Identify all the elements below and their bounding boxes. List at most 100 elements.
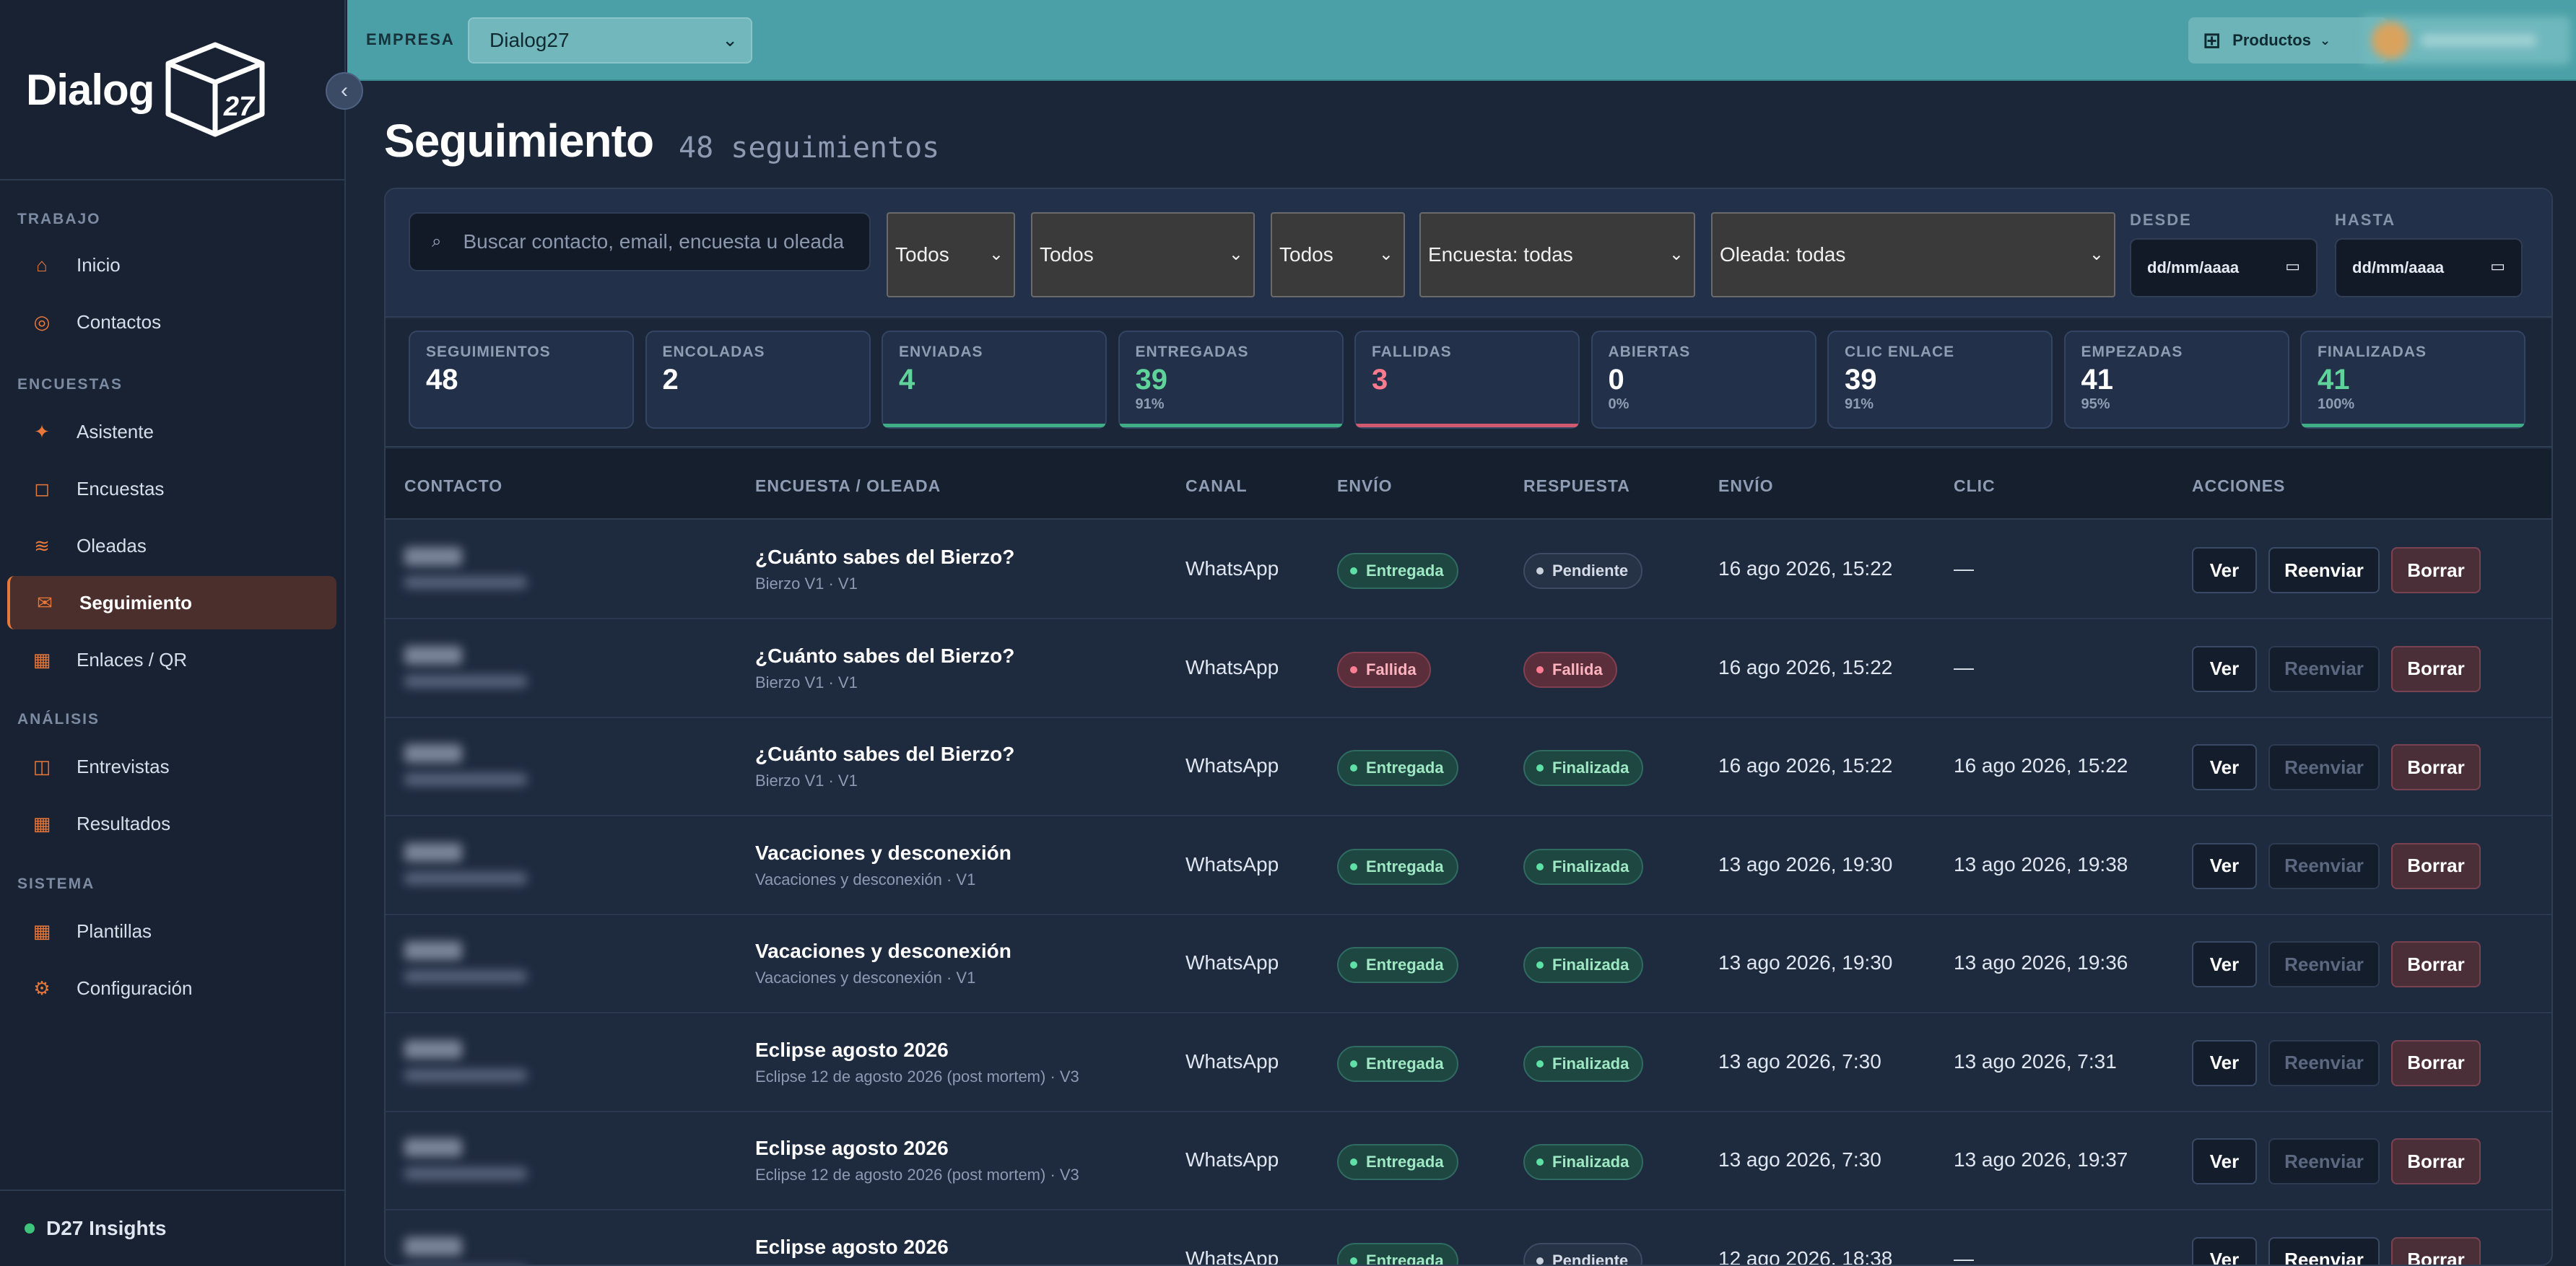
encuesta-select[interactable]: Encuesta: todas ⌄ [1419, 212, 1695, 297]
channel-text: WhatsApp [1185, 655, 1279, 678]
response-status-badge: Finalizada [1523, 750, 1644, 786]
productos-button[interactable]: ⊞ Productos ⌄ [2188, 17, 2388, 64]
status-dot-icon [1350, 1158, 1357, 1166]
contact-name-blurred [404, 1138, 462, 1157]
stat-label: ABIERTAS [1608, 344, 1691, 360]
hasta-date-input[interactable]: dd/mm/aaaa ▭ [2335, 238, 2523, 297]
collapse-sidebar-button[interactable]: ‹ [326, 72, 363, 110]
sidebar-item-asistente[interactable]: ✦ Asistente [7, 405, 336, 458]
status-dot-icon [1536, 1060, 1544, 1068]
sidebar-item-label: Entrevistas [77, 755, 170, 777]
canal-select[interactable]: Todos ⌄ [1031, 212, 1255, 297]
delete-button[interactable]: Borrar [2391, 645, 2481, 692]
contact-cell[interactable] [404, 1236, 549, 1265]
contact-cell[interactable] [404, 842, 549, 885]
stat-percent: 91% [1135, 396, 1165, 412]
contact-cell[interactable] [404, 941, 549, 983]
resend-button[interactable]: Reenviar [2268, 547, 2380, 593]
sidebar-item-inicio[interactable]: ⌂ Inicio [7, 238, 336, 292]
survey-cell: Eclipse agosto 2026 Eclipse 12 de agosto … [755, 1039, 1079, 1086]
view-button[interactable]: Ver [2192, 1039, 2257, 1086]
respuesta-select[interactable]: Todos ⌄ [1271, 212, 1405, 297]
mail-icon: ✉ [37, 591, 53, 614]
sidebar-item-label: Configuración [77, 977, 193, 999]
contact-name-blurred [404, 941, 462, 960]
contact-cell[interactable] [404, 1039, 549, 1082]
empresa-label: EMPRESA [366, 30, 455, 48]
sidebar-item-entrevistas[interactable]: ◫ Entrevistas [7, 740, 336, 793]
brand-logo[interactable]: Dialog 27 [26, 42, 266, 137]
view-button[interactable]: Ver [2192, 744, 2257, 790]
contact-cell[interactable] [404, 645, 549, 688]
col-encuesta: ENCUESTA / OLEADA [755, 476, 941, 495]
survey-title: Vacaciones y desconexión [755, 841, 1011, 864]
delivery-status-badge: Entregada [1337, 553, 1458, 589]
sent-date: 16 ago 2026, 15:22 [1718, 754, 1893, 777]
channel-text: WhatsApp [1185, 1148, 1279, 1171]
status-dot-icon [1536, 1257, 1544, 1265]
survey-cell: ¿Cuánto sabes del Bierzo? Bierzo V1 · V1 [755, 743, 1014, 790]
user-menu[interactable] [2362, 16, 2571, 65]
channel-text: WhatsApp [1185, 754, 1279, 777]
delete-button[interactable]: Borrar [2391, 547, 2481, 593]
sidebar-item-seguimiento[interactable]: ✉ Seguimiento [7, 576, 336, 629]
estado-select[interactable]: Todos ⌄ [887, 212, 1015, 297]
table-row: Vacaciones y desconexión Vacaciones y des… [386, 915, 2551, 1013]
survey-title: Eclipse agosto 2026 [755, 1038, 949, 1061]
delete-button[interactable]: Borrar [2391, 1236, 2481, 1265]
view-button[interactable]: Ver [2192, 1236, 2257, 1265]
delete-button[interactable]: Borrar [2391, 1138, 2481, 1184]
col-clic: CLIC [1954, 476, 1996, 495]
stat-card-abiertas: ABIERTAS 0 0% [1591, 331, 1816, 429]
survey-wave: Bierzo V1 · V1 [755, 575, 858, 593]
delete-button[interactable]: Borrar [2391, 941, 2481, 987]
status-dot-icon [25, 1223, 35, 1234]
sidebar-item-contactos[interactable]: ◎ Contactos [7, 295, 336, 349]
survey-title: ¿Cuánto sabes del Bierzo? [755, 743, 1015, 765]
sidebar-item-enlaces-qr[interactable]: ▦ Enlaces / QR [7, 633, 336, 686]
view-button[interactable]: Ver [2192, 842, 2257, 889]
badge-label: Pendiente [1552, 1251, 1629, 1266]
status-dot-icon [1350, 567, 1357, 575]
contact-cell[interactable] [404, 1138, 549, 1180]
view-button[interactable]: Ver [2192, 645, 2257, 692]
view-button[interactable]: Ver [2192, 1138, 2257, 1184]
contact-cell[interactable] [404, 744, 549, 786]
sidebar-item-label: Resultados [77, 812, 171, 834]
delete-button[interactable]: Borrar [2391, 842, 2481, 889]
contact-email-blurred [404, 970, 527, 983]
stat-value: 41 [2081, 364, 2114, 396]
click-date: 13 ago 2026, 19:38 [1954, 852, 2128, 876]
delete-button[interactable]: Borrar [2391, 744, 2481, 790]
topbar: EMPRESA Dialog27 ⌄ ⊞ Productos ⌄ [347, 0, 2576, 81]
empresa-select[interactable]: Dialog27 ⌄ [468, 17, 752, 64]
contact-cell[interactable] [404, 547, 549, 589]
sidebar-item-configuraci-n[interactable]: ⚙ Configuración [7, 961, 336, 1015]
delete-button[interactable]: Borrar [2391, 1039, 2481, 1086]
sidebar-item-plantillas[interactable]: ▦ Plantillas [7, 904, 336, 958]
insights-status[interactable]: D27 Insights [25, 1217, 166, 1240]
sidebar-item-encuestas[interactable]: ◻ Encuestas [7, 462, 336, 515]
stat-percent: 0% [1608, 396, 1629, 412]
desde-date-input[interactable]: dd/mm/aaaa ▭ [2130, 238, 2318, 297]
survey-title: ¿Cuánto sabes del Bierzo? [755, 546, 1015, 568]
chevron-down-icon: ⌄ [1228, 245, 1243, 264]
response-status-badge: Finalizada [1523, 1045, 1644, 1082]
view-button[interactable]: Ver [2192, 547, 2257, 593]
contact-name-blurred [404, 1236, 462, 1256]
badge-label: Entregada [1366, 1153, 1444, 1171]
status-dot-icon [1536, 1158, 1544, 1166]
sidebar-item-label: Encuestas [77, 477, 165, 499]
channel-text: WhatsApp [1185, 557, 1279, 580]
sidebar-item-oleadas[interactable]: ≋ Oleadas [7, 519, 336, 572]
sidebar-item-resultados[interactable]: ▦ Resultados [7, 797, 336, 850]
search-box[interactable]: ⌕ [409, 212, 871, 271]
contact-name-blurred [404, 645, 462, 665]
oleada-select[interactable]: Oleada: todas ⌄ [1711, 212, 2115, 297]
status-dot-icon [1350, 764, 1357, 772]
badge-label: Entregada [1366, 857, 1444, 876]
resend-button[interactable]: Reenviar [2268, 1236, 2380, 1265]
stat-percent: 100% [2318, 396, 2355, 412]
search-input[interactable] [463, 230, 853, 253]
view-button[interactable]: Ver [2192, 941, 2257, 987]
